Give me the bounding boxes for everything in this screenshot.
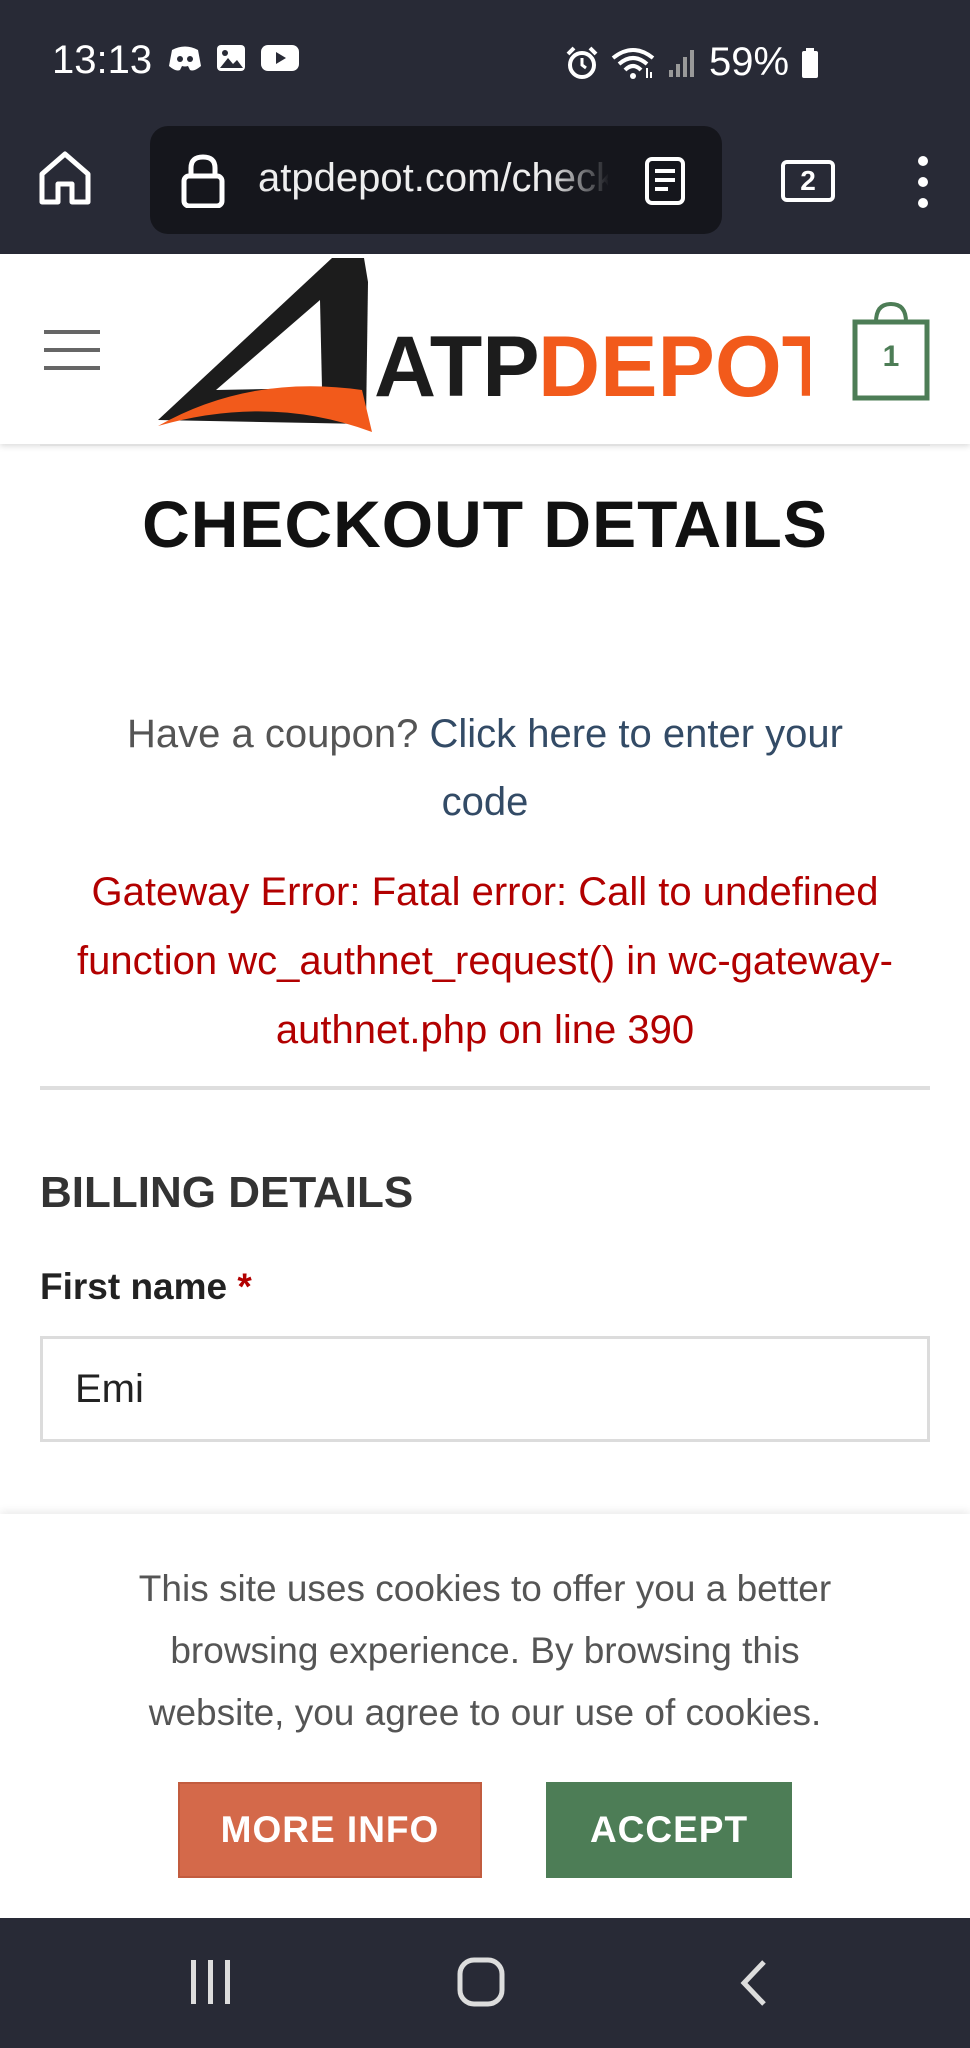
cart-count: 1	[882, 340, 900, 373]
system-nav-bar	[0, 1918, 970, 2048]
more-info-button[interactable]: MORE INFO	[178, 1782, 482, 1878]
coupon-link[interactable]: Click here to enter your code	[429, 712, 843, 824]
gallery-icon	[217, 45, 245, 71]
svg-text:ATP: ATP	[374, 319, 540, 415]
lock-icon[interactable]	[180, 154, 226, 208]
alarm-icon	[566, 46, 598, 79]
more-options-icon[interactable]	[914, 154, 932, 210]
atp-depot-logo[interactable]: ATP DEPOT	[150, 254, 810, 444]
home-icon[interactable]	[38, 150, 92, 206]
first-name-label: First name *	[40, 1266, 252, 1308]
status-bar: 13:13 59%	[0, 0, 970, 126]
address-bar[interactable]: atpdepot.com/checkout	[150, 126, 722, 234]
coupon-prefix: Have a coupon?	[127, 712, 419, 756]
battery-icon	[802, 47, 819, 78]
required-marker: *	[237, 1266, 252, 1307]
tab-switcher[interactable]: 2	[781, 160, 835, 202]
gateway-error-message: Gateway Error: Fatal error: Call to unde…	[77, 870, 893, 1052]
tab-count: 2	[800, 165, 816, 196]
first-name-input[interactable]	[40, 1336, 930, 1442]
home-nav-icon[interactable]	[456, 1956, 506, 2008]
discord-icon	[169, 46, 201, 71]
battery-percent: 59%	[709, 40, 790, 84]
youtube-icon	[261, 45, 299, 71]
browser-toolbar: atpdepot.com/checkout 2	[0, 126, 970, 254]
billing-heading: BILLING DETAILS	[40, 1168, 414, 1217]
svg-text:DEPOT: DEPOT	[538, 319, 810, 415]
accept-button[interactable]: ACCEPT	[546, 1782, 792, 1878]
section-divider	[40, 1086, 930, 1090]
recent-apps-icon[interactable]	[188, 1958, 234, 2006]
signal-icon	[669, 49, 694, 77]
first-name-label-text: First name	[40, 1266, 228, 1307]
cookie-text: This site uses cookies to offer you a be…	[138, 1568, 832, 1733]
notification-icons	[168, 44, 300, 72]
coupon-notice: Have a coupon? Click here to enter your …	[80, 700, 890, 836]
cookie-banner: This site uses cookies to offer you a be…	[0, 1514, 970, 1918]
cart-button[interactable]: 1	[852, 302, 930, 402]
header-divider	[40, 444, 930, 446]
wifi-icon	[611, 47, 655, 79]
system-icons: 59%	[565, 40, 819, 85]
back-icon[interactable]	[738, 1958, 770, 2008]
page-title: CHECKOUT DETAILS	[142, 487, 828, 561]
reader-mode-icon[interactable]	[644, 156, 686, 206]
menu-icon[interactable]	[44, 330, 100, 370]
site-header: ATP DEPOT 1	[0, 254, 970, 444]
url-fade	[550, 146, 610, 216]
status-time: 13:13	[52, 38, 153, 82]
